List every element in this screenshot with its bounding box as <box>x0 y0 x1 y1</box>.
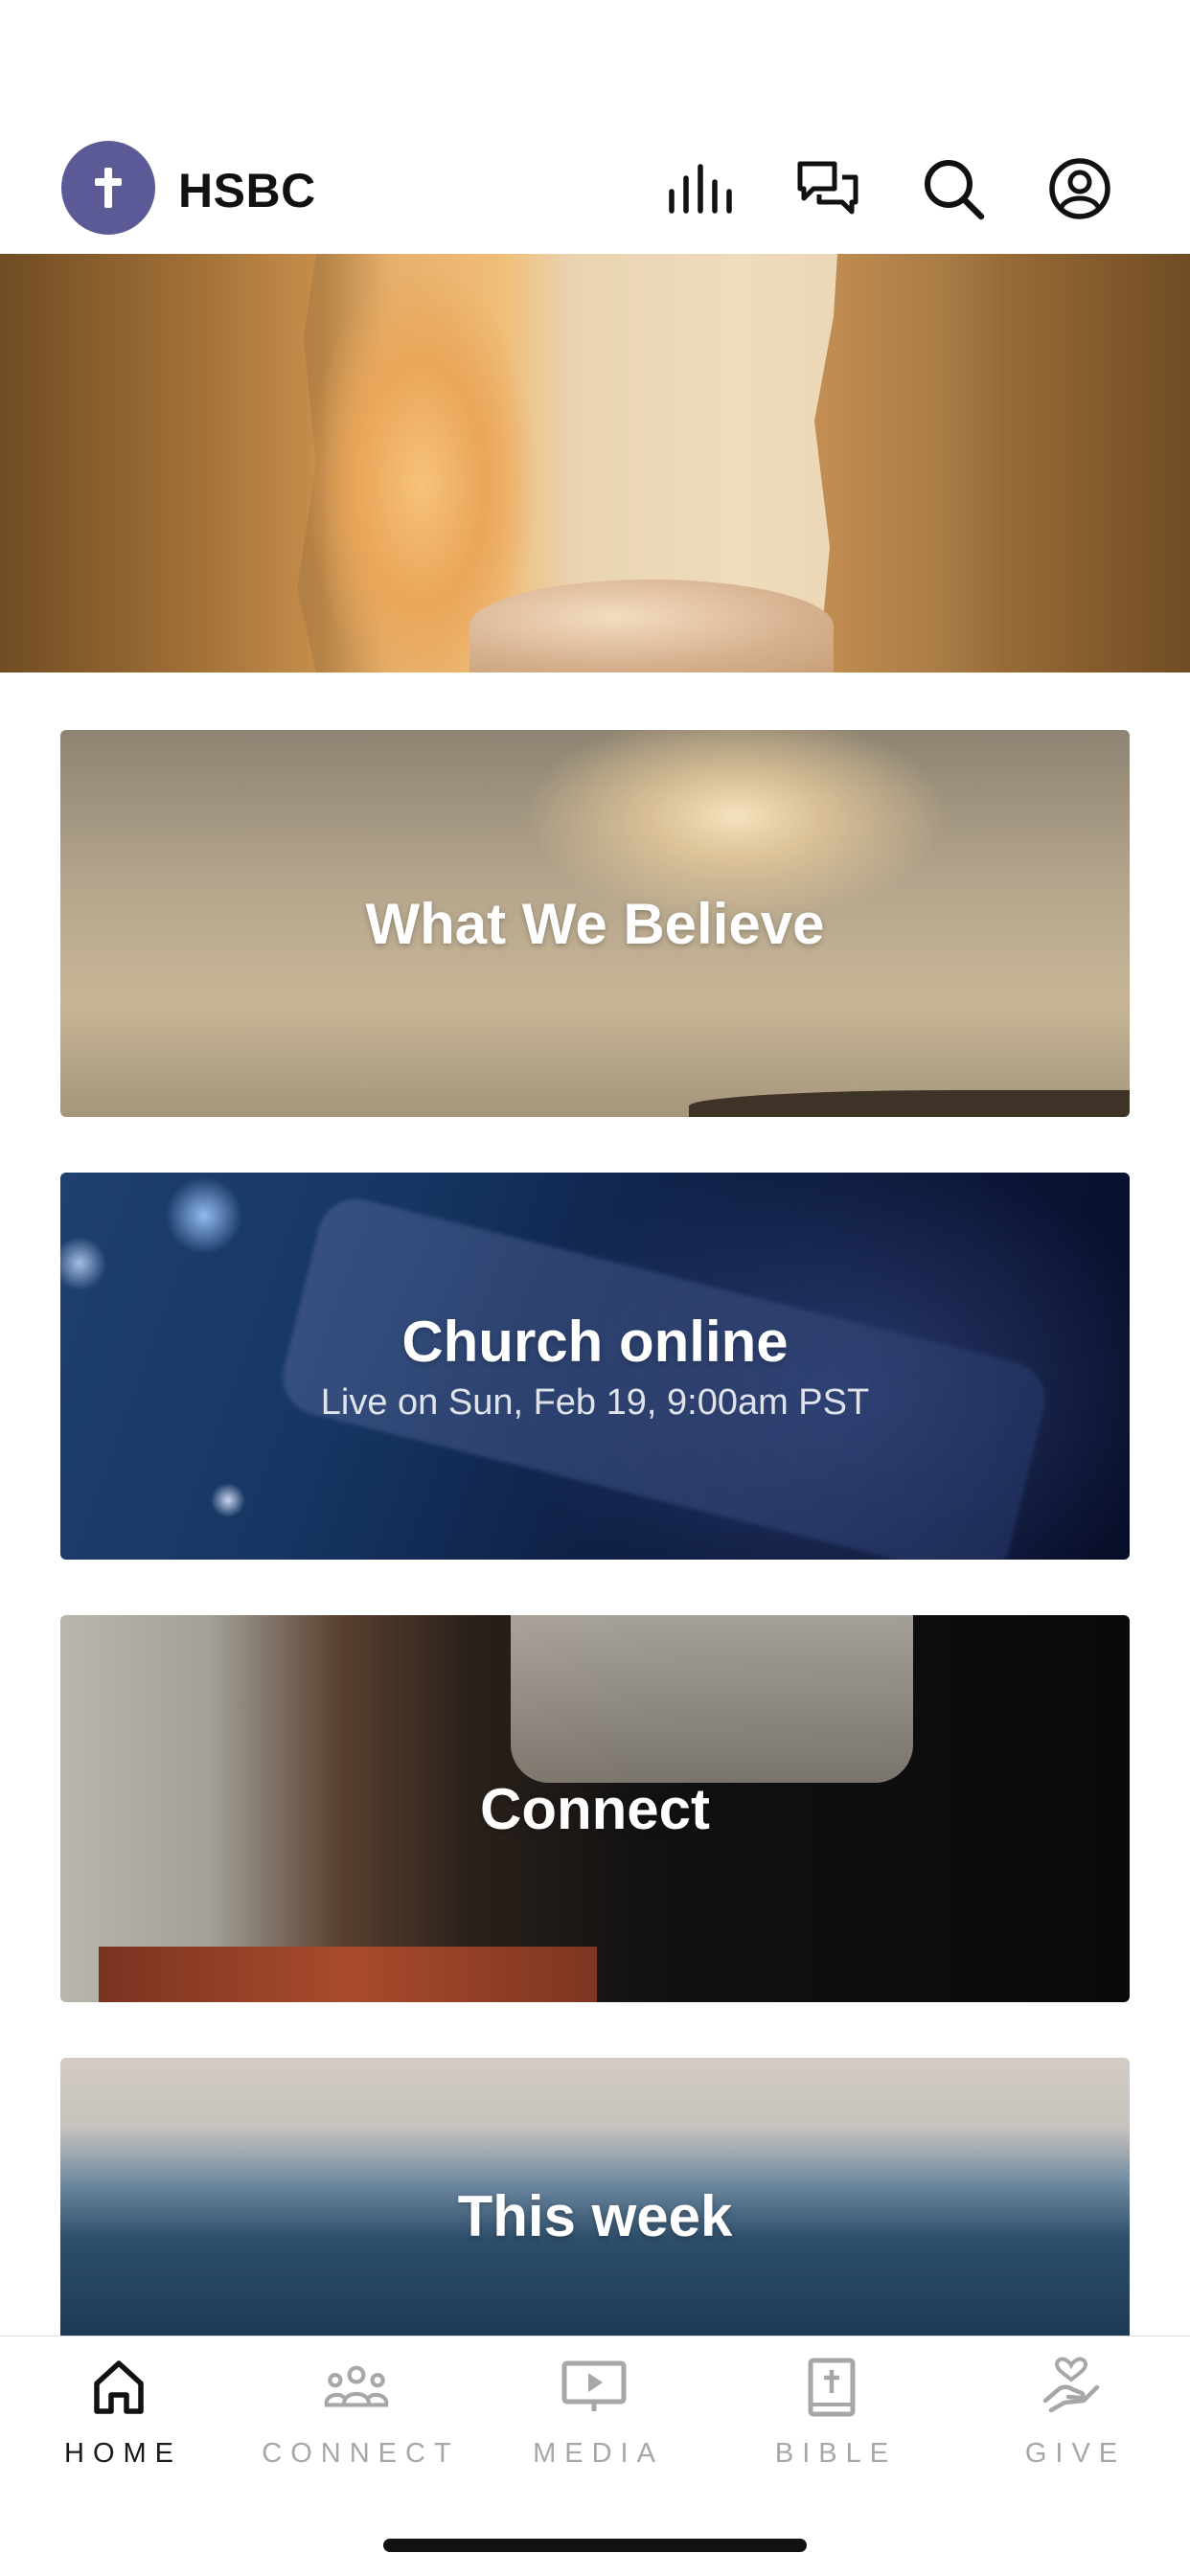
tab-media[interactable]: MEDIA <box>475 2354 713 2497</box>
tab-label: HOME <box>64 2438 182 2469</box>
card-title: Church online <box>401 1310 789 1374</box>
card-background-table <box>99 1947 597 2002</box>
connect-card[interactable]: Connect <box>60 1615 1130 2002</box>
tab-home[interactable]: HOME <box>0 2354 238 2497</box>
church-online-card[interactable]: Church online Live on Sun, Feb 19, 9:00a… <box>60 1173 1130 1560</box>
chat-icon[interactable] <box>792 153 863 224</box>
play-screen-icon <box>561 2354 628 2421</box>
status-bar <box>0 0 1190 125</box>
hero-stones <box>469 580 834 672</box>
hero-image <box>0 254 1190 672</box>
heart-hand-icon <box>1038 2354 1105 2421</box>
tab-label: BIBLE <box>774 2438 898 2469</box>
tab-connect[interactable]: CONNECT <box>238 2354 475 2497</box>
app-title: HSBC <box>178 164 316 217</box>
home-indicator <box>383 2539 807 2552</box>
tab-label: CONNECT <box>262 2438 460 2469</box>
cross-icon <box>95 168 122 208</box>
tab-label: MEDIA <box>533 2438 664 2469</box>
hero-rock-right <box>814 254 1190 672</box>
bible-icon <box>798 2354 865 2421</box>
hero-rock-left <box>0 254 316 672</box>
church-logo[interactable] <box>61 141 155 235</box>
card-title: This week <box>457 2183 733 2248</box>
tab-bible[interactable]: BIBLE <box>713 2354 950 2497</box>
this-week-card[interactable]: This week <box>60 2058 1130 2336</box>
card-background-hill <box>689 1090 1130 1117</box>
what-we-believe-card[interactable]: What We Believe <box>60 730 1130 1117</box>
card-subtitle: Live on Sun, Feb 19, 9:00am PST <box>320 1382 870 1423</box>
app-header: HSBC <box>0 125 1190 254</box>
audio-bars-icon[interactable] <box>665 153 736 224</box>
card-background-figure <box>274 1191 1054 1560</box>
search-icon[interactable] <box>918 153 989 224</box>
profile-icon[interactable] <box>1044 153 1115 224</box>
home-icon <box>85 2354 152 2421</box>
tab-label: GIVE <box>1024 2438 1127 2469</box>
group-icon <box>323 2354 390 2421</box>
tab-give[interactable]: GIVE <box>952 2354 1190 2497</box>
card-title: Connect <box>480 1776 710 1841</box>
card-title: What We Believe <box>365 891 825 956</box>
card-background-person <box>511 1615 913 1783</box>
